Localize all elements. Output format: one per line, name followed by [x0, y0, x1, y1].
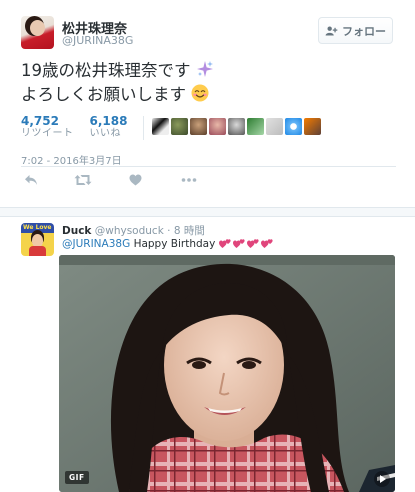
liker-avatars [152, 118, 322, 135]
retweet-count: 4,752 [21, 114, 59, 128]
more-icon [181, 178, 197, 182]
tweet: 松井珠理奈 @JURINA38G フォロー 19歳の松井珠理奈です よろしくお願… [0, 0, 415, 207]
liker-avatar[interactable] [171, 118, 189, 135]
heart-icon [129, 174, 141, 186]
reply-icon [25, 175, 37, 185]
avatar-logo-text: We Love [23, 224, 52, 231]
reply-mention[interactable]: @JURINA38G [62, 238, 130, 250]
tweet-actions [21, 172, 221, 190]
liker-avatar[interactable] [304, 118, 322, 135]
play-icon[interactable] [373, 470, 391, 488]
add-user-icon [325, 26, 338, 36]
stats-divider [143, 116, 145, 140]
like-count: 6,188 [89, 114, 128, 128]
follow-button[interactable]: フォロー [318, 17, 393, 44]
author-avatar[interactable] [21, 16, 54, 49]
retweet-stat[interactable]: 4,752 リツイート [21, 114, 74, 140]
like-label: いいね [89, 128, 121, 139]
liker-avatar[interactable] [190, 118, 208, 135]
reply-author-handle[interactable]: @whysoduck [95, 225, 164, 237]
hearts-emoji-icon [218, 239, 273, 248]
gif-media[interactable]: GIF [59, 255, 395, 492]
gif-badge: GIF [65, 471, 89, 484]
liker-avatar[interactable] [266, 118, 284, 135]
liker-avatar[interactable] [228, 118, 246, 135]
liker-avatar[interactable] [285, 118, 303, 135]
liker-avatar[interactable] [209, 118, 227, 135]
divider [21, 166, 396, 167]
reply-header: Duck @whysoduck · 8 時間 [62, 223, 205, 238]
reply-tweet: We Love Duck @whysoduck · 8 時間 @JURINA38… [0, 217, 415, 492]
reply-body: Happy Birthday [133, 238, 216, 250]
reply-author-name[interactable]: Duck [62, 225, 91, 237]
liker-avatar[interactable] [152, 118, 170, 135]
author-handle[interactable]: @JURINA38G [62, 34, 133, 47]
like-button[interactable] [125, 172, 145, 188]
tweet-text-line2: よろしくお願いします [21, 85, 186, 104]
gif-frame-image [59, 255, 395, 492]
reply-separator: · [167, 225, 171, 237]
like-stat[interactable]: 6,188 いいね [90, 114, 128, 140]
reply-button[interactable] [21, 172, 41, 188]
tweet-text: 19歳の松井珠理奈です よろしくお願いします [21, 59, 214, 107]
tweet-timestamp[interactable]: 7:02 - 2016年3月7日 [21, 152, 122, 167]
engagement-stats: 4,752 リツイート 6,188 いいね [21, 114, 322, 144]
conversation-gap [0, 207, 415, 217]
sparkles-icon [196, 61, 213, 77]
smiling-face-icon [191, 84, 209, 102]
reply-text: @JURINA38G Happy Birthday [62, 237, 275, 250]
follow-label: フォロー [342, 24, 386, 38]
liker-avatar[interactable] [247, 118, 265, 135]
retweet-button[interactable] [73, 172, 93, 188]
more-button[interactable] [179, 172, 199, 188]
reply-time[interactable]: 8 時間 [174, 225, 205, 237]
reply-author-avatar[interactable]: We Love [21, 223, 54, 256]
retweet-icon [74, 175, 92, 185]
retweet-label: リツイート [21, 128, 74, 139]
tweet-text-line1: 19歳の松井珠理奈です [21, 61, 191, 80]
